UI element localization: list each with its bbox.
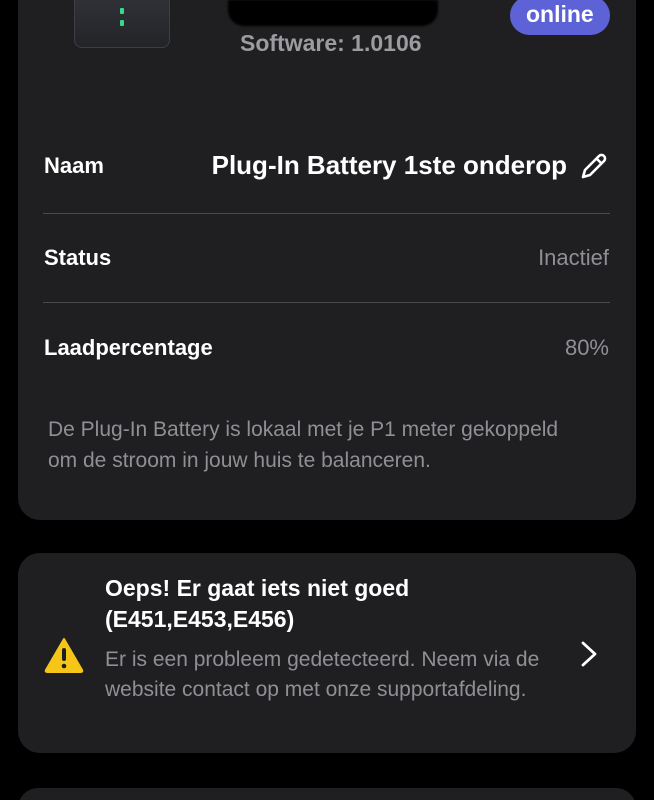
chevron-right-icon[interactable] — [578, 640, 600, 668]
charge-percentage-label: Laadpercentage — [44, 335, 213, 360]
divider — [43, 302, 610, 303]
status-row: Status Inactief — [44, 245, 609, 271]
device-description: De Plug-In Battery is lokaal met je P1 m… — [48, 418, 559, 472]
error-title: Oeps! Er gaat iets niet goed (E451,E453,… — [105, 575, 410, 632]
redacted-serial — [228, 0, 438, 26]
status-label: Status — [44, 245, 112, 270]
software-version: Software: 1.0106 — [240, 30, 422, 56]
name-value-group: Plug-In Battery 1ste onderop — [212, 150, 609, 181]
divider — [43, 213, 610, 214]
name-label: Naam — [44, 152, 104, 178]
next-card — [18, 788, 636, 800]
name-row[interactable]: Naam Plug-In Battery 1ste onderop — [44, 150, 609, 181]
status-badge: online — [510, 0, 610, 35]
status-value: Inactief — [538, 245, 609, 270]
pencil-icon[interactable] — [579, 151, 609, 181]
charge-percentage-row: Laadpercentage 80% — [44, 335, 609, 361]
battery-device-image — [74, 0, 170, 48]
device-info-card: online Software: 1.0106 Naam Plug-In Bat… — [18, 0, 636, 520]
error-card[interactable]: Oeps! Er gaat iets niet goed (E451,E453,… — [18, 553, 636, 753]
charge-percentage-value: 80% — [564, 335, 609, 360]
error-message: Er is een probleem gedetecteerd. Neem vi… — [105, 648, 540, 701]
warning-triangle-icon — [44, 638, 84, 673]
battery-detail-screen: online Software: 1.0106 Naam Plug-In Bat… — [0, 0, 654, 800]
name-value: Plug-In Battery 1ste onderop — [211, 150, 567, 180]
